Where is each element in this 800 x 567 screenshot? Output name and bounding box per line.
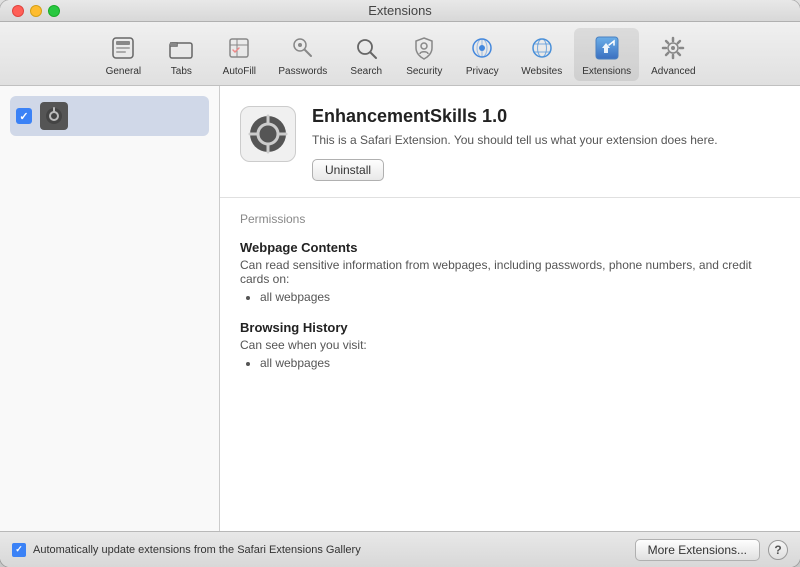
close-button[interactable] [12, 5, 24, 17]
tabs-icon [165, 32, 197, 64]
auto-update-label: Automatically update extensions from the… [33, 544, 361, 556]
title-bar: Extensions [0, 0, 800, 22]
perm-group-history: Browsing History Can see when you visit:… [240, 320, 780, 370]
search-icon [350, 32, 382, 64]
websites-icon [526, 32, 558, 64]
security-icon [408, 32, 440, 64]
tab-general-label: General [106, 66, 142, 77]
tab-search-label: Search [350, 66, 382, 77]
passwords-icon [287, 32, 319, 64]
extensions-icon [591, 32, 623, 64]
perm-history-desc: Can see when you visit: [240, 338, 780, 352]
help-button[interactable]: ? [768, 540, 788, 560]
extension-checkbox[interactable]: ✓ [16, 108, 32, 124]
tab-autofill-label: AutoFill [223, 66, 256, 77]
autofill-icon [223, 32, 255, 64]
permissions-section: Permissions Webpage Contents Can read se… [220, 198, 800, 400]
tab-search[interactable]: Search [339, 28, 393, 81]
right-panel: EnhancementSkills 1.0 This is a Safari E… [220, 86, 800, 531]
perm-history-title: Browsing History [240, 320, 780, 335]
extension-info: EnhancementSkills 1.0 This is a Safari E… [312, 106, 780, 181]
tab-security-label: Security [406, 66, 442, 77]
extension-icon-large [240, 106, 296, 162]
auto-update-checkbox[interactable]: ✓ [12, 543, 26, 557]
extension-description: This is a Safari Extension. You should t… [312, 131, 780, 149]
perm-webpage-title: Webpage Contents [240, 240, 780, 255]
extension-icon-small [40, 102, 68, 130]
perm-webpage-desc: Can read sensitive information from webp… [240, 258, 780, 286]
perm-webpage-list: all webpages [240, 290, 780, 304]
tab-general[interactable]: General [96, 28, 150, 81]
tab-advanced[interactable]: Advanced [643, 28, 703, 81]
minimize-button[interactable] [30, 5, 42, 17]
tab-passwords[interactable]: Passwords [270, 28, 335, 81]
tab-extensions[interactable]: Extensions [574, 28, 639, 81]
tab-advanced-label: Advanced [651, 66, 695, 77]
privacy-icon [466, 32, 498, 64]
perm-group-webpage: Webpage Contents Can read sensitive info… [240, 240, 780, 304]
extension-header: EnhancementSkills 1.0 This is a Safari E… [220, 86, 800, 198]
list-item: all webpages [260, 356, 780, 370]
main-content: ✓ [0, 86, 800, 531]
left-panel: ✓ [0, 86, 220, 531]
window-title: Extensions [368, 3, 432, 18]
permissions-title: Permissions [240, 212, 780, 226]
list-item[interactable]: ✓ [10, 96, 209, 136]
tab-autofill[interactable]: AutoFill [212, 28, 266, 81]
bottom-bar: ✓ Automatically update extensions from t… [0, 531, 800, 567]
general-icon [107, 32, 139, 64]
extension-name: EnhancementSkills 1.0 [312, 106, 780, 127]
list-item: all webpages [260, 290, 780, 304]
window-controls [12, 5, 60, 17]
uninstall-button[interactable]: Uninstall [312, 159, 384, 181]
tab-websites-label: Websites [521, 66, 562, 77]
tab-websites[interactable]: Websites [513, 28, 570, 81]
maximize-button[interactable] [48, 5, 60, 17]
more-extensions-button[interactable]: More Extensions... [635, 539, 760, 561]
bottom-right: More Extensions... ? [635, 539, 788, 561]
tab-tabs[interactable]: Tabs [154, 28, 208, 81]
tab-security[interactable]: Security [397, 28, 451, 81]
tab-tabs-label: Tabs [171, 66, 192, 77]
tab-passwords-label: Passwords [278, 66, 327, 77]
bottom-left: ✓ Automatically update extensions from t… [12, 543, 361, 557]
tab-extensions-label: Extensions [582, 66, 631, 77]
tab-privacy-label: Privacy [466, 66, 499, 77]
tab-privacy[interactable]: Privacy [455, 28, 509, 81]
toolbar: General Tabs Auto [0, 22, 800, 86]
perm-history-list: all webpages [240, 356, 780, 370]
preferences-window: Extensions General [0, 0, 800, 567]
advanced-icon [657, 32, 689, 64]
